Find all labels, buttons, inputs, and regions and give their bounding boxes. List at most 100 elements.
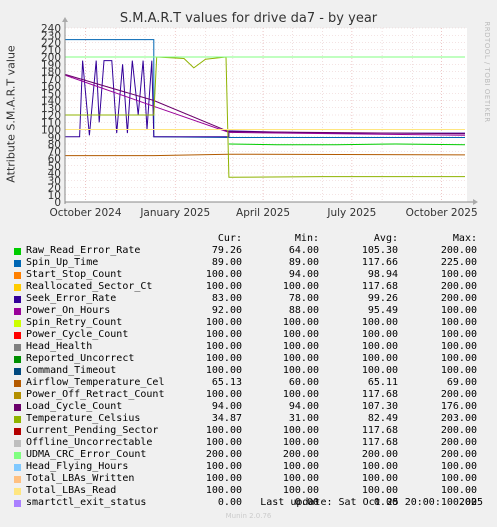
legend-series-name: Load_Cycle_Count xyxy=(26,401,123,412)
legend-swatch xyxy=(14,476,21,483)
legend-max-value: 100.00 xyxy=(440,341,477,352)
legend-swatch xyxy=(14,416,21,423)
legend-avg-value: 100.00 xyxy=(361,461,398,472)
x-tick-label: January 2025 xyxy=(139,207,210,219)
legend-row: Power_Off_Retract_Count 100.00 100.00 117.6… xyxy=(0,389,497,401)
legend-max-value: 100.00 xyxy=(440,353,477,364)
chart-plot: 0102030405060708090100110120130140150160… xyxy=(41,17,478,219)
legend-min-value: 60.00 xyxy=(288,377,319,388)
legend-swatch xyxy=(14,488,21,495)
legend-avg-value: 95.49 xyxy=(367,305,398,316)
legend-cur-value: 89.00 xyxy=(211,257,242,268)
legend-swatch xyxy=(14,392,21,399)
legend-cur-value: 83.00 xyxy=(211,293,242,304)
legend-min-value: 100.00 xyxy=(282,341,319,352)
x-tick-label: April 2025 xyxy=(236,207,290,219)
legend-series-name: Spin_Retry_Count xyxy=(26,317,123,328)
legend-cur-value: 65.13 xyxy=(211,377,242,388)
y-tick-label: 240 xyxy=(41,23,61,35)
legend-avg-value: 100.00 xyxy=(361,329,398,340)
legend-min-value: 100.00 xyxy=(282,365,319,376)
legend-avg-value: 105.30 xyxy=(361,245,398,256)
legend-max-value: 200.00 xyxy=(440,449,477,460)
legend-swatch xyxy=(14,404,21,411)
legend-row: Power_On_Hours 92.00 88.00 95.49 100.00 xyxy=(0,305,497,317)
legend-row: Total_LBAs_Written 100.00 100.00 100.00 100.… xyxy=(0,473,497,485)
legend-max-value: 200.00 xyxy=(440,437,477,448)
legend-row: Airflow_Temperature_Cel 65.13 60.00 65.11 69… xyxy=(0,377,497,389)
legend-row: Reallocated_Sector_Ct 100.00 100.00 117.68 2… xyxy=(0,281,497,293)
legend-cur-value: 100.00 xyxy=(205,269,242,280)
legend-swatch xyxy=(14,464,21,471)
legend-max-value: 176.00 xyxy=(440,401,477,412)
y-axis-arrow xyxy=(62,17,68,22)
legend-min-value: 94.00 xyxy=(288,269,319,280)
legend-avg-value: 99.26 xyxy=(367,293,398,304)
legend-header-min: Min: xyxy=(294,233,319,244)
legend-swatch xyxy=(14,428,21,435)
legend-max-value: 200.00 xyxy=(440,293,477,304)
legend-row: Command_Timeout 100.00 100.00 100.00 100.00 xyxy=(0,365,497,377)
legend-avg-value: 100.00 xyxy=(361,353,398,364)
legend-cur-value: 100.00 xyxy=(205,353,242,364)
legend-avg-value: 117.68 xyxy=(361,281,398,292)
legend-series-name: Head_Health xyxy=(26,341,93,352)
legend-min-value: 100.00 xyxy=(282,485,319,496)
legend-row: Reported_Uncorrect 100.00 100.00 100.00 100.… xyxy=(0,353,497,365)
legend-swatch xyxy=(14,248,21,255)
legend-avg-value: 82.49 xyxy=(367,413,398,424)
legend-series-name: Reported_Uncorrect xyxy=(26,353,135,364)
legend-series-name: Head_Flying_Hours xyxy=(26,461,129,472)
legend-cur-value: 100.00 xyxy=(205,461,242,472)
legend-cur-value: 34.87 xyxy=(211,413,242,424)
legend-series-name: Offline_Uncorrectable xyxy=(26,437,153,448)
legend-min-value: 100.00 xyxy=(282,461,319,472)
legend-swatch xyxy=(14,260,21,267)
legend-swatch xyxy=(14,332,21,339)
legend-swatch xyxy=(14,320,21,327)
legend-cur-value: 92.00 xyxy=(211,305,242,316)
legend-swatch xyxy=(14,308,21,315)
legend-avg-value: 117.66 xyxy=(361,257,398,268)
legend-avg-value: 100.00 xyxy=(361,317,398,328)
legend-series-name: Total_LBAs_Written xyxy=(26,473,135,484)
legend-max-value: 100.00 xyxy=(440,269,477,280)
legend-header: Cur: Min: Avg: Max: xyxy=(0,233,497,245)
legend-swatch xyxy=(14,272,21,279)
legend-max-value: 100.00 xyxy=(440,365,477,376)
legend-max-value: 100.00 xyxy=(440,461,477,472)
legend-min-value: 88.00 xyxy=(288,305,319,316)
legend-avg-value: 100.00 xyxy=(361,365,398,376)
legend-cur-value: 100.00 xyxy=(205,341,242,352)
legend-swatch xyxy=(14,500,21,507)
legend-series-name: Total_LBAs_Read xyxy=(26,485,117,496)
legend-row: Temperature_Celsius 34.87 31.00 82.49 203.00 xyxy=(0,413,497,425)
legend-row: Load_Cycle_Count 94.00 94.00 107.30 176.00 xyxy=(0,401,497,413)
legend-cur-value: 100.00 xyxy=(205,329,242,340)
legend-cur-value: 100.00 xyxy=(205,317,242,328)
legend-cur-value: 200.00 xyxy=(205,449,242,460)
legend-series-name: smartctl_exit_status xyxy=(26,497,147,508)
legend-row: Spin_Up_Time 89.00 89.00 117.66 225.00 xyxy=(0,257,497,269)
legend-series-name: Power_Cycle_Count xyxy=(26,329,129,340)
legend-series-name: Power_Off_Retract_Count xyxy=(26,389,165,400)
legend-series-name: Power_On_Hours xyxy=(26,305,111,316)
legend-min-value: 100.00 xyxy=(282,425,319,436)
legend-series-name: Command_Timeout xyxy=(26,365,117,376)
legend-cur-value: 100.00 xyxy=(205,281,242,292)
munin-version: Munin 2.0.76 xyxy=(225,512,272,520)
legend-avg-value: 65.11 xyxy=(367,377,398,388)
legend-avg-value: 117.68 xyxy=(361,389,398,400)
legend-min-value: 100.00 xyxy=(282,389,319,400)
legend-header-cur: Cur: xyxy=(217,233,242,244)
legend-min-value: 78.00 xyxy=(288,293,319,304)
legend-swatch xyxy=(14,344,21,351)
legend-max-value: 69.00 xyxy=(446,377,477,388)
legend-row: Raw_Read_Error_Rate 79.26 64.00 105.30 200.0… xyxy=(0,245,497,257)
x-tick-label: July 2025 xyxy=(326,207,376,219)
legend-cur-value: 100.00 xyxy=(205,437,242,448)
legend-max-value: 200.00 xyxy=(440,245,477,256)
legend-avg-value: 200.00 xyxy=(361,449,398,460)
legend-row: Head_Flying_Hours 100.00 100.00 100.00 100.0… xyxy=(0,461,497,473)
legend-cur-value: 100.00 xyxy=(205,485,242,496)
